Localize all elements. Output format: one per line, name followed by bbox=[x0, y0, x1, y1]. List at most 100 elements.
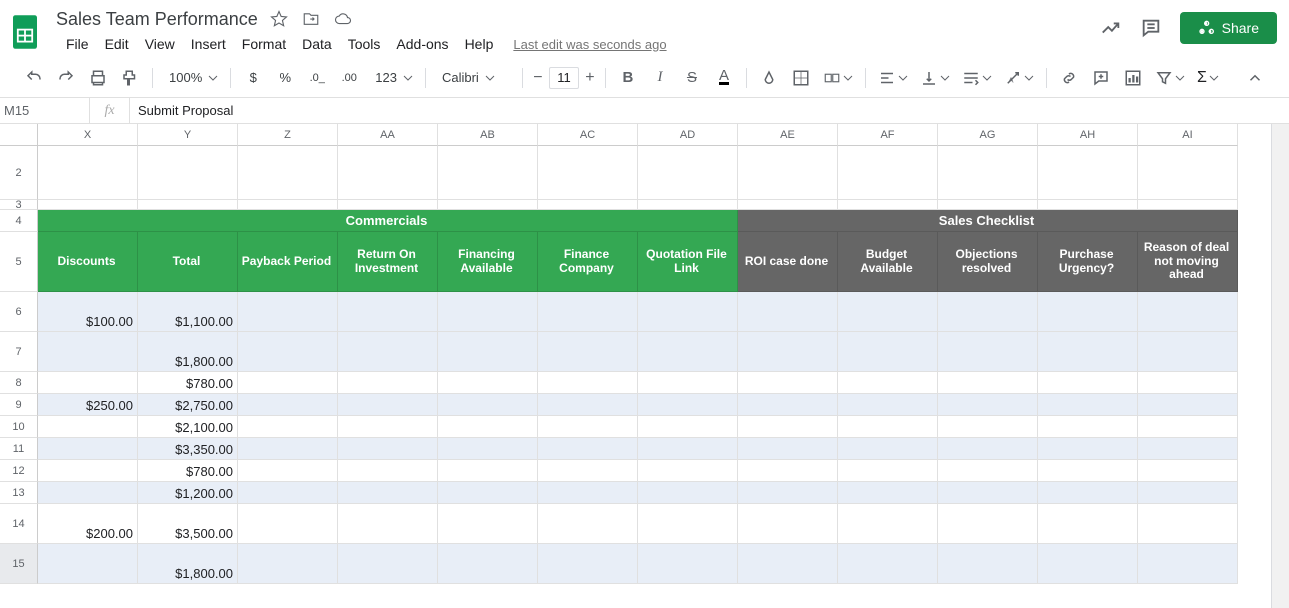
chart-button[interactable] bbox=[1119, 64, 1147, 92]
cell[interactable]: $1,800.00 bbox=[138, 544, 238, 584]
cell[interactable] bbox=[538, 482, 638, 504]
row-header-11[interactable]: 11 bbox=[0, 438, 38, 460]
row-header-4[interactable]: 4 bbox=[0, 210, 38, 232]
cell[interactable] bbox=[238, 200, 338, 210]
cell[interactable] bbox=[1138, 332, 1238, 372]
cell[interactable] bbox=[1038, 372, 1138, 394]
font-dropdown[interactable]: Calibri bbox=[434, 70, 514, 85]
cell[interactable] bbox=[38, 146, 138, 200]
cell[interactable] bbox=[638, 416, 738, 438]
col-header-AB[interactable]: AB bbox=[438, 124, 538, 146]
bold-button[interactable]: B bbox=[614, 64, 642, 92]
cell[interactable]: $3,500.00 bbox=[138, 504, 238, 544]
cell[interactable] bbox=[538, 416, 638, 438]
cell[interactable] bbox=[638, 146, 738, 200]
cell[interactable] bbox=[1038, 200, 1138, 210]
row-header-13[interactable]: 13 bbox=[0, 482, 38, 504]
cell[interactable] bbox=[1038, 460, 1138, 482]
cell[interactable] bbox=[1138, 372, 1238, 394]
cell[interactable] bbox=[538, 544, 638, 584]
valign-dropdown[interactable] bbox=[916, 69, 954, 87]
cell[interactable] bbox=[738, 416, 838, 438]
strike-button[interactable]: S bbox=[678, 64, 706, 92]
cell[interactable]: $100.00 bbox=[38, 292, 138, 332]
col-header-X[interactable]: X bbox=[38, 124, 138, 146]
cell[interactable] bbox=[938, 460, 1038, 482]
cell[interactable] bbox=[538, 146, 638, 200]
cell[interactable] bbox=[738, 460, 838, 482]
cell[interactable] bbox=[538, 504, 638, 544]
cell[interactable] bbox=[938, 332, 1038, 372]
italic-button[interactable]: I bbox=[646, 64, 674, 92]
section-header-commercials[interactable]: Commercials bbox=[38, 210, 738, 232]
cell[interactable]: $2,750.00 bbox=[138, 394, 238, 416]
col-header-AF[interactable]: AF bbox=[838, 124, 938, 146]
font-size-decrease[interactable]: − bbox=[531, 64, 545, 92]
cell[interactable] bbox=[938, 146, 1038, 200]
cell[interactable] bbox=[238, 438, 338, 460]
cell[interactable] bbox=[38, 438, 138, 460]
cell[interactable] bbox=[1038, 394, 1138, 416]
print-button[interactable] bbox=[84, 64, 112, 92]
cell[interactable] bbox=[538, 394, 638, 416]
cell[interactable] bbox=[338, 438, 438, 460]
cell[interactable] bbox=[438, 460, 538, 482]
last-edit-link[interactable]: Last edit was seconds ago bbox=[513, 37, 666, 52]
column-header-cell[interactable]: Purchase Urgency? bbox=[1038, 232, 1138, 292]
cell[interactable] bbox=[38, 544, 138, 584]
cell[interactable] bbox=[738, 544, 838, 584]
cell[interactable] bbox=[1138, 438, 1238, 460]
column-header-cell[interactable]: Budget Available bbox=[838, 232, 938, 292]
cell[interactable] bbox=[838, 146, 938, 200]
cell[interactable] bbox=[238, 504, 338, 544]
select-all-corner[interactable] bbox=[0, 124, 38, 146]
cell[interactable] bbox=[238, 146, 338, 200]
cell[interactable]: $3,350.00 bbox=[138, 438, 238, 460]
cell[interactable] bbox=[638, 504, 738, 544]
cell[interactable] bbox=[1138, 200, 1238, 210]
cell[interactable] bbox=[138, 146, 238, 200]
cell[interactable] bbox=[338, 416, 438, 438]
cell[interactable] bbox=[938, 372, 1038, 394]
zoom-dropdown[interactable]: 100% bbox=[161, 70, 222, 85]
star-icon[interactable] bbox=[270, 10, 288, 28]
cell[interactable] bbox=[238, 332, 338, 372]
row-header-5[interactable]: 5 bbox=[0, 232, 38, 292]
cell[interactable] bbox=[738, 394, 838, 416]
cell[interactable] bbox=[338, 394, 438, 416]
cell[interactable] bbox=[1038, 544, 1138, 584]
cell[interactable] bbox=[738, 200, 838, 210]
cell[interactable] bbox=[438, 332, 538, 372]
cell[interactable]: $2,100.00 bbox=[138, 416, 238, 438]
column-header-cell[interactable]: Discounts bbox=[38, 232, 138, 292]
menu-help[interactable]: Help bbox=[459, 32, 500, 56]
cell[interactable] bbox=[38, 460, 138, 482]
formula-bar[interactable]: Submit Proposal bbox=[130, 103, 233, 118]
row-header-7[interactable]: 7 bbox=[0, 332, 38, 372]
cell[interactable] bbox=[1038, 482, 1138, 504]
cell[interactable] bbox=[438, 200, 538, 210]
increase-decimal-button[interactable]: .00 bbox=[335, 64, 363, 92]
document-title[interactable]: Sales Team Performance bbox=[50, 7, 264, 32]
column-header-cell[interactable]: Objections resolved bbox=[938, 232, 1038, 292]
fill-color-button[interactable] bbox=[755, 64, 783, 92]
col-header-AE[interactable]: AE bbox=[738, 124, 838, 146]
cell[interactable] bbox=[238, 482, 338, 504]
col-header-AH[interactable]: AH bbox=[1038, 124, 1138, 146]
link-button[interactable] bbox=[1055, 64, 1083, 92]
cell[interactable]: $200.00 bbox=[38, 504, 138, 544]
row-header-6[interactable]: 6 bbox=[0, 292, 38, 332]
cell[interactable] bbox=[638, 332, 738, 372]
cell[interactable] bbox=[438, 146, 538, 200]
cell[interactable] bbox=[1038, 438, 1138, 460]
cell[interactable]: $780.00 bbox=[138, 372, 238, 394]
menu-format[interactable]: Format bbox=[236, 32, 292, 56]
col-header-AI[interactable]: AI bbox=[1138, 124, 1238, 146]
cell[interactable] bbox=[38, 332, 138, 372]
cell[interactable] bbox=[238, 394, 338, 416]
column-header-cell[interactable]: Finance Company bbox=[538, 232, 638, 292]
cell[interactable] bbox=[838, 416, 938, 438]
cell[interactable] bbox=[438, 292, 538, 332]
undo-button[interactable] bbox=[20, 64, 48, 92]
row-header-2[interactable]: 2 bbox=[0, 146, 38, 200]
